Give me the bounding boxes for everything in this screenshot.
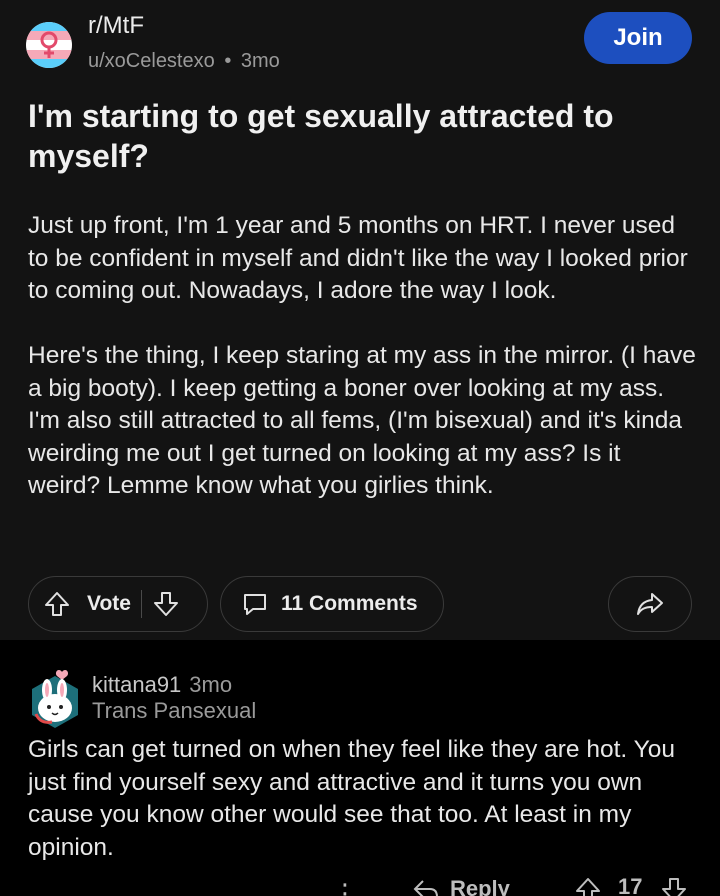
- share-button[interactable]: [608, 576, 692, 632]
- reply-label: Reply: [450, 876, 510, 896]
- meta-separator: •: [224, 50, 232, 72]
- vote-divider: [140, 590, 143, 618]
- comment-age: 3mo: [189, 672, 233, 697]
- post-meta: u/xoCelestexo • 3mo: [88, 50, 280, 73]
- comments-label: 11 Comments: [281, 592, 418, 615]
- vote-bar: Vote: [28, 576, 208, 632]
- comment-username[interactable]: kittana91: [92, 672, 181, 697]
- comment-bubble-icon: [241, 590, 269, 618]
- user-flair: Trans Pansexual: [92, 698, 257, 723]
- subreddit-avatar-icon[interactable]: [26, 22, 72, 68]
- comment-text: Girls can get turned on when they feel l…: [28, 736, 675, 861]
- vote-label: Vote: [87, 592, 131, 615]
- post-body: Just up front, I'm 1 year and 5 months o…: [28, 210, 698, 535]
- bunny-avatar-icon[interactable]: [26, 668, 84, 730]
- downvote-icon[interactable]: [152, 590, 180, 618]
- upvote-icon[interactable]: [43, 590, 71, 618]
- comments-button[interactable]: 11 Comments: [220, 576, 444, 632]
- reply-button[interactable]: Reply: [412, 876, 510, 896]
- more-vertical-icon[interactable]: ⋮: [332, 878, 360, 896]
- comment-downvote-icon[interactable]: [660, 876, 688, 896]
- subreddit-name[interactable]: r/MtF: [88, 12, 144, 40]
- post-age: 3mo: [240, 50, 280, 72]
- comment-card: kittana91 3mo Trans Pansexual Girls can g…: [0, 640, 720, 896]
- post-body-paragraph: Here's the thing, I keep staring at my a…: [28, 342, 696, 499]
- comment-author-line: kittana91 3mo: [92, 672, 232, 698]
- comment-upvote-icon[interactable]: [574, 876, 602, 896]
- post-author[interactable]: u/xoCelestexo: [88, 50, 215, 72]
- post-title[interactable]: I'm starting to get sexually attracted t…: [28, 96, 688, 176]
- reply-arrow-icon: [413, 880, 438, 896]
- post-card: r/MtF u/xoCelestexo • 3mo Join I'm start…: [0, 0, 720, 640]
- comment-score: 17: [618, 874, 643, 896]
- post-body-paragraph: Just up front, I'm 1 year and 5 months o…: [28, 212, 688, 304]
- comment-actions: ⋮ Reply 17: [0, 872, 720, 896]
- join-button[interactable]: Join: [584, 12, 692, 64]
- share-arrow-icon: [635, 590, 665, 618]
